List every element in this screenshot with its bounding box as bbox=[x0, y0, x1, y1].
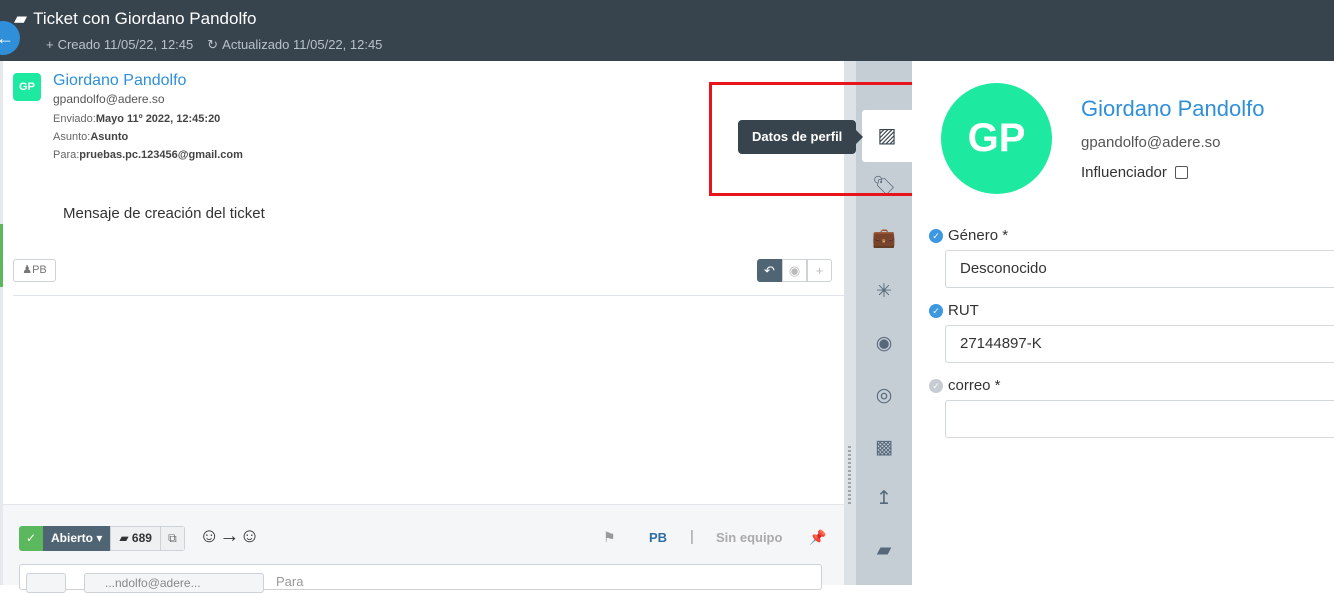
ticket-header: ← ▰ Ticket con Giordano Pandolfo + Creado… bbox=[0, 0, 1334, 61]
sentiment-icon[interactable]: ☺→☺ bbox=[199, 525, 260, 548]
network-icon[interactable]: ✳ bbox=[856, 272, 912, 312]
annotation-highlight-box bbox=[709, 82, 939, 196]
subject-line: Asunto:Asunto bbox=[53, 131, 129, 143]
plus-icon: + bbox=[46, 37, 54, 52]
ticket-meta: + Creado 11/05/22, 12:45 ↻ Actualizado 11/… bbox=[46, 37, 382, 53]
status-dropdown[interactable]: Abierto ▾ bbox=[43, 526, 111, 551]
briefcase-icon[interactable]: 💼 bbox=[856, 219, 912, 259]
sender-name[interactable]: Giordano Pandolfo bbox=[53, 72, 186, 90]
gender-field[interactable]: Desconocido bbox=[945, 250, 1334, 288]
plus-action-icon[interactable]: + bbox=[807, 259, 832, 282]
comments-icon[interactable]: ◎ bbox=[856, 376, 912, 416]
check-icon[interactable]: ✓ bbox=[19, 526, 43, 551]
profile-avatar: GP bbox=[941, 83, 1052, 194]
comment-note-icon[interactable]: ◉ bbox=[782, 259, 807, 282]
reply-actions: ↶ ◉ + bbox=[757, 259, 832, 282]
separator: | bbox=[690, 528, 694, 545]
influencer-toggle: Influenciador bbox=[1081, 164, 1188, 181]
message-marker bbox=[0, 224, 3, 287]
assignee-selector[interactable]: PB bbox=[649, 530, 667, 545]
check-circle-icon: ✓ bbox=[929, 303, 943, 318]
author-chip[interactable]: ♟PB bbox=[13, 259, 56, 282]
comment-icon[interactable]: ◉ bbox=[856, 324, 912, 364]
message-divider bbox=[13, 295, 844, 296]
ticket-number: ▰ 689 bbox=[110, 526, 161, 551]
sender-avatar: GP bbox=[13, 73, 41, 101]
status-control: ✓ Abierto ▾ ▰ 689 ⧉ bbox=[19, 526, 185, 551]
drag-handle-icon[interactable] bbox=[848, 446, 851, 506]
ticket-icon: ▰ bbox=[14, 9, 28, 28]
ticket-title-text: Ticket con Giordano Pandolfo bbox=[33, 9, 257, 28]
rut-label: ✓ RUT bbox=[929, 302, 979, 319]
check-circle-icon: ✓ bbox=[929, 228, 943, 243]
ticket-tag-icon[interactable]: ▰ bbox=[856, 531, 912, 571]
compose-to-field[interactable]: Para bbox=[276, 574, 303, 589]
compose-from-field[interactable]: ...ndolfo@adere... bbox=[84, 573, 264, 593]
ticket-footer: ✓ Abierto ▾ ▰ 689 ⧉ ☺→☺ ⚑ PB | Sin equip… bbox=[3, 504, 844, 593]
reply-icon[interactable]: ↶ bbox=[757, 259, 782, 282]
refresh-icon: ↻ bbox=[207, 37, 219, 52]
compose-box[interactable]: ...ndolfo@adere... Para bbox=[19, 564, 822, 593]
sender-email: gpandolfo@adere.so bbox=[53, 92, 165, 106]
copy-icon[interactable]: ⧉ bbox=[160, 526, 185, 551]
updated-info: ↻ Actualizado 11/05/22, 12:45 bbox=[207, 37, 383, 52]
influencer-checkbox[interactable] bbox=[1174, 166, 1188, 179]
team-selector[interactable]: Sin equipo bbox=[716, 530, 782, 545]
flag-icon[interactable]: ⚑ bbox=[603, 529, 616, 546]
message-body: Mensaje de creación del ticket bbox=[63, 205, 265, 222]
email-field[interactable] bbox=[945, 400, 1334, 438]
user-icon: ♟ bbox=[22, 264, 33, 276]
attachment-icon[interactable] bbox=[26, 573, 66, 593]
puzzle-icon[interactable]: ▩ bbox=[856, 428, 912, 468]
ticket-title: ▰ Ticket con Giordano Pandolfo bbox=[14, 9, 256, 29]
profile-email: gpandolfo@adere.so bbox=[1081, 134, 1221, 151]
share-icon[interactable]: ↥ bbox=[856, 479, 912, 519]
gender-label: ✓ Género * bbox=[929, 227, 1008, 244]
created-info: + Creado 11/05/22, 12:45 bbox=[46, 37, 194, 52]
profile-name[interactable]: Giordano Pandolfo bbox=[1081, 96, 1264, 122]
to-line: Para:pruebas.pc.123456@gmail.com bbox=[53, 149, 243, 161]
email-label: ✓ correo * bbox=[929, 377, 1001, 394]
pin-icon[interactable]: 📌 bbox=[809, 529, 826, 546]
sent-line: Enviado:Mayo 11º 2022, 12:45:20 bbox=[53, 113, 221, 125]
check-circle-icon: ✓ bbox=[929, 378, 943, 393]
rut-field[interactable]: 27144897-K bbox=[945, 325, 1334, 363]
